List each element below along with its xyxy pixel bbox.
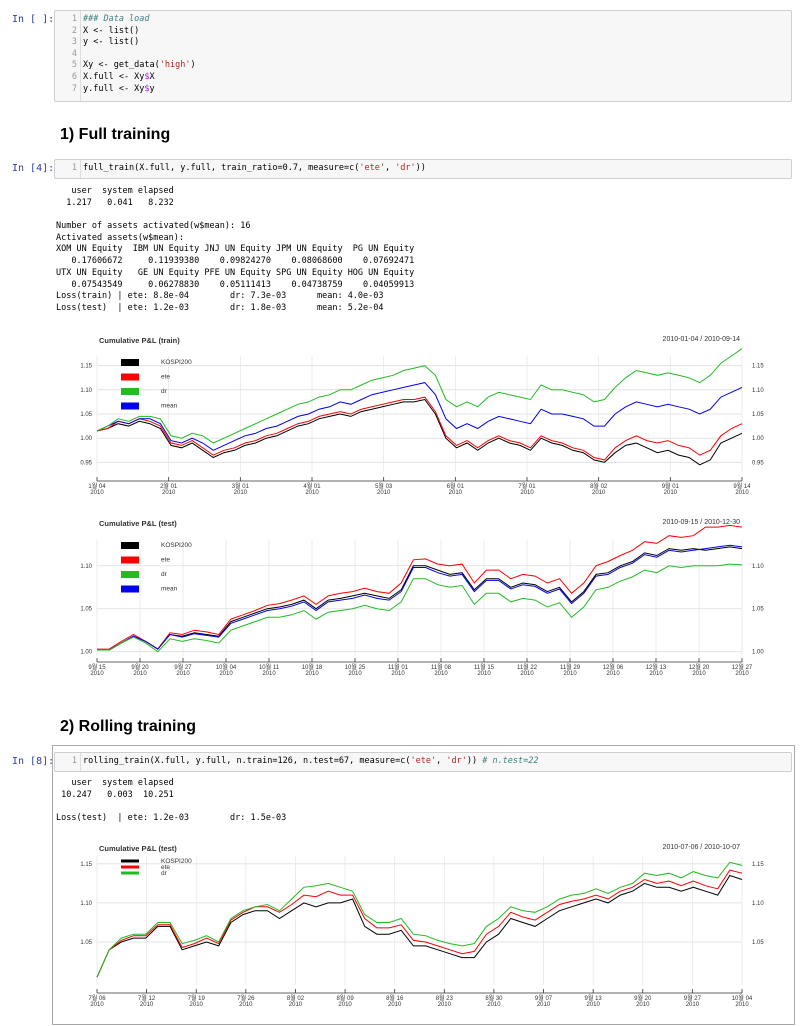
x-tick-year: 2010	[686, 1002, 700, 1008]
x-tick-label: 9월 13	[585, 994, 603, 1002]
x-tick-year: 2010	[388, 1002, 402, 1008]
x-tick-year: 2010	[190, 1002, 204, 1008]
x-tick-year: 2010	[586, 1002, 600, 1008]
x-tick-label: 7월 19	[188, 994, 206, 1002]
x-tick-label: 8월 23	[436, 994, 454, 1002]
legend-swatch	[121, 859, 139, 863]
x-tick-label: 9월 27	[684, 994, 702, 1002]
x-tick-label: 8월 02	[287, 994, 305, 1002]
y-tick-label: 1.10	[80, 901, 92, 907]
x-tick-label: 8월 30	[485, 994, 503, 1002]
x-tick-year: 2010	[487, 1002, 501, 1008]
x-tick-year: 2010	[90, 1002, 104, 1008]
legend-swatch	[121, 865, 139, 869]
x-tick-label: 9월 20	[634, 994, 652, 1002]
x-tick-label: 8월 09	[336, 994, 354, 1002]
x-tick-label: 7월 12	[138, 994, 156, 1002]
x-tick-label: 7월 26	[237, 994, 255, 1002]
legend-label: dr	[161, 870, 168, 877]
x-tick-year: 2010	[239, 1002, 253, 1008]
x-tick-year: 2010	[140, 1002, 154, 1008]
y-tick-label-right: 1.10	[752, 901, 764, 907]
x-tick-label: 7월 06	[88, 994, 106, 1002]
x-tick-year: 2010	[636, 1002, 650, 1008]
x-tick-label: 8월 16	[386, 994, 404, 1002]
x-tick-year: 2010	[338, 1002, 352, 1008]
y-tick-label: 1.15	[80, 862, 92, 868]
legend-swatch	[121, 871, 139, 875]
y-tick-label: 1.05	[80, 940, 92, 946]
x-tick-year: 2010	[735, 1002, 749, 1008]
x-tick-year: 2010	[289, 1002, 303, 1008]
x-tick-year: 2010	[438, 1002, 452, 1008]
x-tick-label: 9월 07	[535, 994, 553, 1002]
plot-area	[97, 856, 742, 985]
x-tick-year: 2010	[537, 1002, 551, 1008]
x-tick-label: 10월 04	[732, 994, 753, 1002]
y-tick-label-right: 1.15	[752, 862, 764, 868]
chart-rolling-svg: 1.15 1.151.10 1.101.05 1.057월 0620107월 1220…	[80, 856, 764, 1008]
y-tick-label-right: 1.05	[752, 940, 764, 946]
